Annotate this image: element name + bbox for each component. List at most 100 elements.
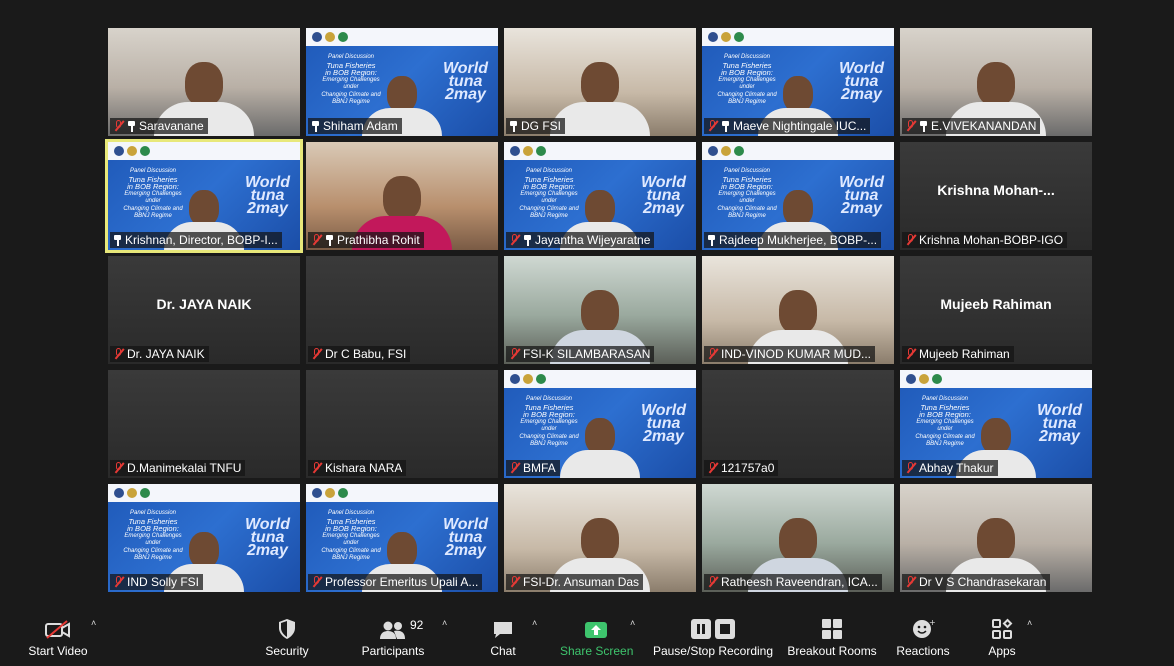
participant-name-label: E.VIVEKANANDAN — [902, 118, 1041, 134]
participant-name: Ratheesh Raveendran, ICA... — [721, 575, 878, 589]
mic-muted-icon — [113, 348, 124, 360]
start-video-button[interactable]: Start Video — [28, 614, 88, 658]
participant-tile[interactable]: FSI-K SILAMBARASAN — [504, 256, 696, 364]
participant-name-label: Maeve Nightingale IUC... — [704, 118, 871, 134]
world-tuna-logo: World tuna 2may — [838, 174, 884, 217]
participant-name-label: Saravanane — [110, 118, 208, 134]
participant-tile[interactable]: IND-VINOD KUMAR MUD... — [702, 256, 894, 364]
participant-tile[interactable]: E.VIVEKANANDAN — [900, 28, 1092, 136]
mic-muted-icon — [905, 462, 916, 474]
pin-icon — [127, 120, 136, 132]
apps-label: Apps — [988, 644, 1016, 658]
pin-icon — [113, 234, 122, 246]
participant-name: DG FSI — [521, 119, 562, 133]
participant-tile[interactable]: FSI-Dr. Ansuman Das — [504, 484, 696, 592]
participant-tile[interactable]: 121757a0 — [702, 370, 894, 478]
participant-name-label: D.Manimekalai TNFU — [110, 460, 246, 476]
participant-tile[interactable]: Panel Discussion Tuna Fisheries in BOB Reg… — [108, 484, 300, 592]
banner-logo-strip — [504, 370, 696, 388]
banner-logo-strip — [702, 142, 894, 160]
mic-muted-icon — [113, 576, 124, 588]
mic-muted-icon — [509, 234, 520, 246]
breakout-rooms-button[interactable]: Breakout Rooms — [786, 614, 878, 658]
breakout-rooms-label: Breakout Rooms — [787, 644, 877, 658]
pin-icon — [919, 120, 928, 132]
chat-options-caret[interactable]: ˄ — [532, 618, 540, 628]
participant-name-label: FSI-Dr. Ansuman Das — [506, 574, 644, 590]
reactions-label: Reactions — [896, 644, 950, 658]
mic-muted-icon — [113, 462, 124, 474]
share-screen-label: Share Screen — [560, 644, 634, 658]
participant-tile[interactable]: Kishara NARA — [306, 370, 498, 478]
participant-name: Shiham Adam — [323, 119, 398, 133]
mic-muted-icon — [311, 462, 322, 474]
mic-muted-icon — [707, 462, 718, 474]
participant-figure — [560, 418, 640, 478]
participant-display-name: Krishna Mohan-... — [937, 182, 1055, 198]
reactions-button[interactable]: + Reactions — [894, 614, 952, 658]
participant-name: Dr C Babu, FSI — [325, 347, 407, 361]
security-button[interactable]: Security — [262, 614, 312, 658]
pause-stop-icon — [652, 614, 774, 640]
participants-options-caret[interactable]: ˄ — [442, 618, 450, 628]
participant-tile[interactable]: Panel Discussion Tuna Fisheries in BOB Reg… — [702, 142, 894, 250]
world-tuna-logo: World tuna 2may — [244, 516, 290, 559]
participant-tile[interactable]: Panel Discussion Tuna Fisheries in BOB Reg… — [702, 28, 894, 136]
participant-tile[interactable]: Panel Discussion Tuna Fisheries in BOB Reg… — [105, 139, 303, 253]
mic-muted-icon — [509, 348, 520, 360]
participant-name: FSI-K SILAMBARASAN — [523, 347, 651, 361]
participant-name-label: Abhay Thakur — [902, 460, 998, 476]
participant-tile[interactable]: D.Manimekalai TNFU — [108, 370, 300, 478]
mic-muted-icon — [509, 576, 520, 588]
participant-tile[interactable]: DG FSI — [504, 28, 696, 136]
pin-icon — [325, 234, 334, 246]
participant-tile[interactable]: Dr V S Chandrasekaran — [900, 484, 1092, 592]
participant-tile[interactable]: Prathibha Rohit — [306, 142, 498, 250]
participant-tile[interactable]: Panel Discussion Tuna Fisheries in BOB Reg… — [306, 28, 498, 136]
apps-button[interactable]: Apps — [984, 614, 1020, 658]
participant-name: Dr V S Chandrasekaran — [919, 575, 1047, 589]
participant-name-label: Rajdeep Mukherjee, BOBP-... — [704, 232, 882, 248]
participant-tile[interactable]: Krishna Mohan-... Krishna Mohan-BOBP-IGO — [900, 142, 1092, 250]
participant-name: Maeve Nightingale IUC... — [733, 119, 867, 133]
recording-button[interactable]: Pause/Stop Recording — [652, 614, 774, 658]
chat-button[interactable]: Chat — [488, 614, 518, 658]
share-options-caret[interactable]: ˄ — [630, 618, 638, 628]
participant-name-label: Prathibha Rohit — [308, 232, 424, 248]
participant-name-label: FSI-K SILAMBARASAN — [506, 346, 655, 362]
recording-label: Pause/Stop Recording — [652, 644, 774, 658]
video-grid: Saravanane Panel Discussion Tuna Fisheries… — [105, 28, 1096, 594]
mic-muted-icon — [311, 234, 322, 246]
mic-muted-icon — [707, 348, 718, 360]
participant-name: Dr. JAYA NAIK — [127, 347, 205, 361]
participant-tile[interactable]: Panel Discussion Tuna Fisheries in BOB Reg… — [504, 142, 696, 250]
share-screen-button[interactable]: Share Screen — [560, 614, 634, 658]
participant-name: Professor Emeritus Upali A... — [325, 575, 479, 589]
participant-tile[interactable]: Dr. JAYA NAIK Dr. JAYA NAIK — [108, 256, 300, 364]
pin-icon — [707, 234, 716, 246]
participant-name: Saravanane — [139, 119, 204, 133]
mic-muted-icon — [905, 234, 916, 246]
participant-name: Krishna Mohan-BOBP-IGO — [919, 233, 1064, 247]
participant-tile[interactable]: Dr C Babu, FSI — [306, 256, 498, 364]
participant-name-label: Dr. JAYA NAIK — [110, 346, 209, 362]
participant-display-name: Mujeeb Rahiman — [940, 296, 1052, 312]
participant-tile[interactable]: Mujeeb Rahiman Mujeeb Rahiman — [900, 256, 1092, 364]
participant-name: 121757a0 — [721, 461, 775, 475]
participant-tile[interactable]: Panel Discussion Tuna Fisheries in BOB Reg… — [306, 484, 498, 592]
breakout-rooms-icon — [786, 614, 878, 640]
participant-tile[interactable]: Panel Discussion Tuna Fisheries in BOB Reg… — [504, 370, 696, 478]
apps-options-caret[interactable]: ˄ — [1027, 618, 1035, 628]
participant-name-label: Dr C Babu, FSI — [308, 346, 411, 362]
pin-icon — [509, 120, 518, 132]
participant-tile[interactable]: Panel Discussion Tuna Fisheries in BOB Reg… — [900, 370, 1092, 478]
smiley-icon: + — [894, 614, 952, 640]
banner-logo-strip — [702, 28, 894, 46]
participant-tile[interactable]: Ratheesh Raveendran, ICA... — [702, 484, 894, 592]
participant-tile[interactable]: Saravanane — [108, 28, 300, 136]
video-options-caret[interactable]: ˄ — [91, 618, 99, 628]
banner-logo-strip — [900, 370, 1092, 388]
mic-muted-icon — [707, 120, 718, 132]
banner-logo-strip — [108, 142, 300, 160]
world-tuna-logo: World tuna 2may — [442, 516, 488, 559]
